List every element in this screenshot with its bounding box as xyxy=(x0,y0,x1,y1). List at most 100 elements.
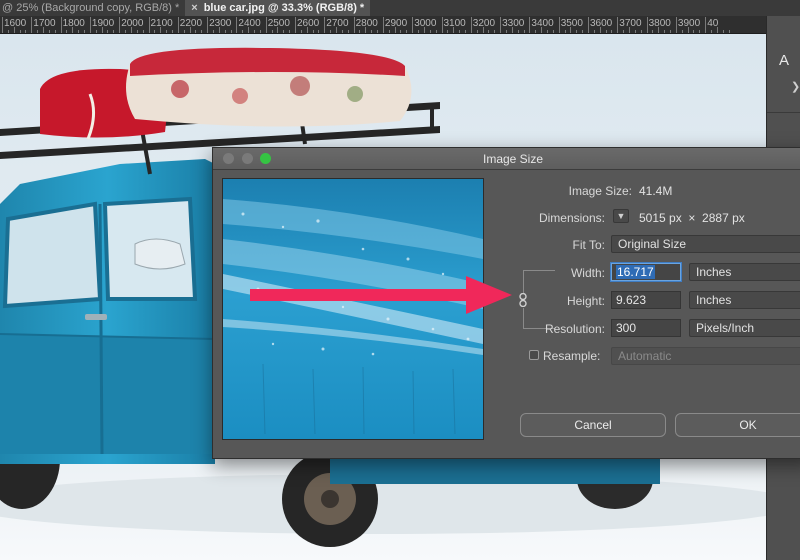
ruler-minor-tick xyxy=(253,30,255,33)
ruler-tick xyxy=(148,17,150,33)
ruler-minor-tick xyxy=(271,30,273,33)
ruler-minor-tick xyxy=(523,30,525,33)
resolution-input[interactable]: 300 xyxy=(611,319,681,337)
ruler-minor-tick xyxy=(125,30,127,33)
ruler-minor-tick xyxy=(142,30,144,33)
ruler-minor-tick xyxy=(347,30,349,33)
ruler-minor-tick xyxy=(289,30,291,33)
ruler-label: 1800 xyxy=(62,18,85,29)
cancel-button[interactable]: Cancel xyxy=(520,413,666,437)
ruler-label: 2200 xyxy=(179,18,203,29)
document-tab-1-title: @ 25% (Background copy, RGB/8) * xyxy=(2,2,180,14)
ruler-minor-tick xyxy=(605,30,607,33)
ruler-minor-tick xyxy=(154,30,156,33)
ruler-minor-tick xyxy=(564,30,566,33)
ruler-label: 3500 xyxy=(560,18,583,29)
resolution-unit-select[interactable]: Pixels/Inch xyxy=(689,319,800,337)
ruler-label: 2000 xyxy=(121,18,144,29)
ruler-minor-tick xyxy=(230,30,232,33)
ruler-minor-tick xyxy=(722,30,724,33)
ruler-minor-tick xyxy=(218,27,220,33)
ruler-minor-tick xyxy=(300,30,302,33)
ruler-minor-tick xyxy=(476,30,478,33)
ruler-tick xyxy=(31,17,33,33)
ruler-tick xyxy=(441,17,443,33)
ruler-minor-tick xyxy=(95,30,97,33)
ruler-minor-tick xyxy=(136,30,138,33)
ruler-minor-tick xyxy=(505,30,507,33)
ruler-tick xyxy=(236,17,238,33)
ruler-label: 3200 xyxy=(472,18,496,29)
ruler-minor-tick xyxy=(248,27,250,33)
ruler-tick xyxy=(119,17,121,33)
panel-divider xyxy=(767,112,800,113)
ruler-minor-tick xyxy=(283,30,285,33)
ruler-minor-tick xyxy=(195,30,197,33)
ruler-minor-tick xyxy=(160,27,162,33)
ruler-minor-tick xyxy=(541,27,543,33)
tab-close-icon[interactable]: × xyxy=(191,2,197,14)
ruler-minor-tick xyxy=(277,27,279,33)
height-input[interactable]: 9.623 xyxy=(611,291,681,309)
ruler-minor-tick xyxy=(652,30,654,33)
dimensions-value: 5015 px × 2887 px xyxy=(639,211,745,225)
ruler-minor-tick xyxy=(13,27,15,33)
ruler-minor-tick xyxy=(687,27,689,33)
ruler-label: 3600 xyxy=(590,18,613,29)
ruler-tick xyxy=(675,17,677,33)
ruler-minor-tick xyxy=(400,30,402,33)
ruler-minor-tick xyxy=(593,30,595,33)
ruler-tick xyxy=(617,17,619,33)
ruler-tick xyxy=(705,17,707,33)
ruler-minor-tick xyxy=(599,27,601,33)
ruler-minor-tick xyxy=(634,30,636,33)
ruler-minor-tick xyxy=(312,30,314,33)
document-tab-2-title: blue car.jpg @ 33.3% (RGB/8) * xyxy=(203,2,365,14)
ruler-minor-tick xyxy=(7,30,9,33)
ruler-label: 2600 xyxy=(297,18,320,29)
ruler-minor-tick xyxy=(48,30,50,33)
image-size-label: Image Size: xyxy=(568,184,632,198)
ruler-minor-tick xyxy=(359,30,361,33)
ruler-tick xyxy=(89,17,91,33)
ruler-tick xyxy=(265,17,267,33)
ruler-minor-tick xyxy=(113,30,115,33)
document-tab-2[interactable]: × blue car.jpg @ 33.3% (RGB/8) * xyxy=(185,0,371,16)
ruler-minor-tick xyxy=(418,30,420,33)
panel-tab-letter[interactable]: A xyxy=(779,52,789,69)
ruler-minor-tick xyxy=(318,30,320,33)
resample-method-select[interactable]: Automatic xyxy=(611,347,800,365)
ruler-label: 3300 xyxy=(502,18,525,29)
ruler-minor-tick xyxy=(43,27,45,33)
ruler-minor-tick xyxy=(101,27,103,33)
resample-checkbox[interactable] xyxy=(529,350,539,360)
image-preview[interactable] xyxy=(222,178,484,440)
width-input[interactable]: 16.717 xyxy=(611,263,681,281)
dimensions-label: Dimensions: xyxy=(538,211,605,225)
ruler-minor-tick xyxy=(54,30,56,33)
ruler-tick xyxy=(500,17,502,33)
ruler-tick xyxy=(2,17,3,33)
panel-collapse-icon[interactable]: ❯ xyxy=(791,80,800,93)
dimensions-dropdown[interactable]: ▼ xyxy=(613,209,629,223)
dialog-title: Image Size xyxy=(482,152,544,166)
ruler-tick xyxy=(529,17,531,33)
ruler-label: 2400 xyxy=(238,18,261,29)
ruler-tick xyxy=(60,17,62,33)
ruler-label: 3400 xyxy=(531,18,554,29)
ruler-label: 3000 xyxy=(414,18,437,29)
ruler-minor-tick xyxy=(693,30,695,33)
ruler-minor-tick xyxy=(336,27,338,33)
height-unit-select[interactable]: Inches xyxy=(689,291,800,309)
width-unit-select[interactable]: Inches xyxy=(689,263,800,281)
ruler-tick xyxy=(382,17,384,33)
ruler-minor-tick xyxy=(377,30,379,33)
fit-to-select[interactable]: Original Size xyxy=(611,235,800,253)
ruler-minor-tick xyxy=(453,27,455,33)
ruler-tick xyxy=(588,17,589,33)
ruler-label: 1900 xyxy=(91,18,115,29)
ok-button[interactable]: OK xyxy=(675,413,800,437)
document-tab-1[interactable]: @ 25% (Background copy, RGB/8) * xyxy=(0,0,185,16)
ruler-minor-tick xyxy=(72,27,74,33)
dialog-titlebar[interactable]: Image Size xyxy=(213,148,800,170)
